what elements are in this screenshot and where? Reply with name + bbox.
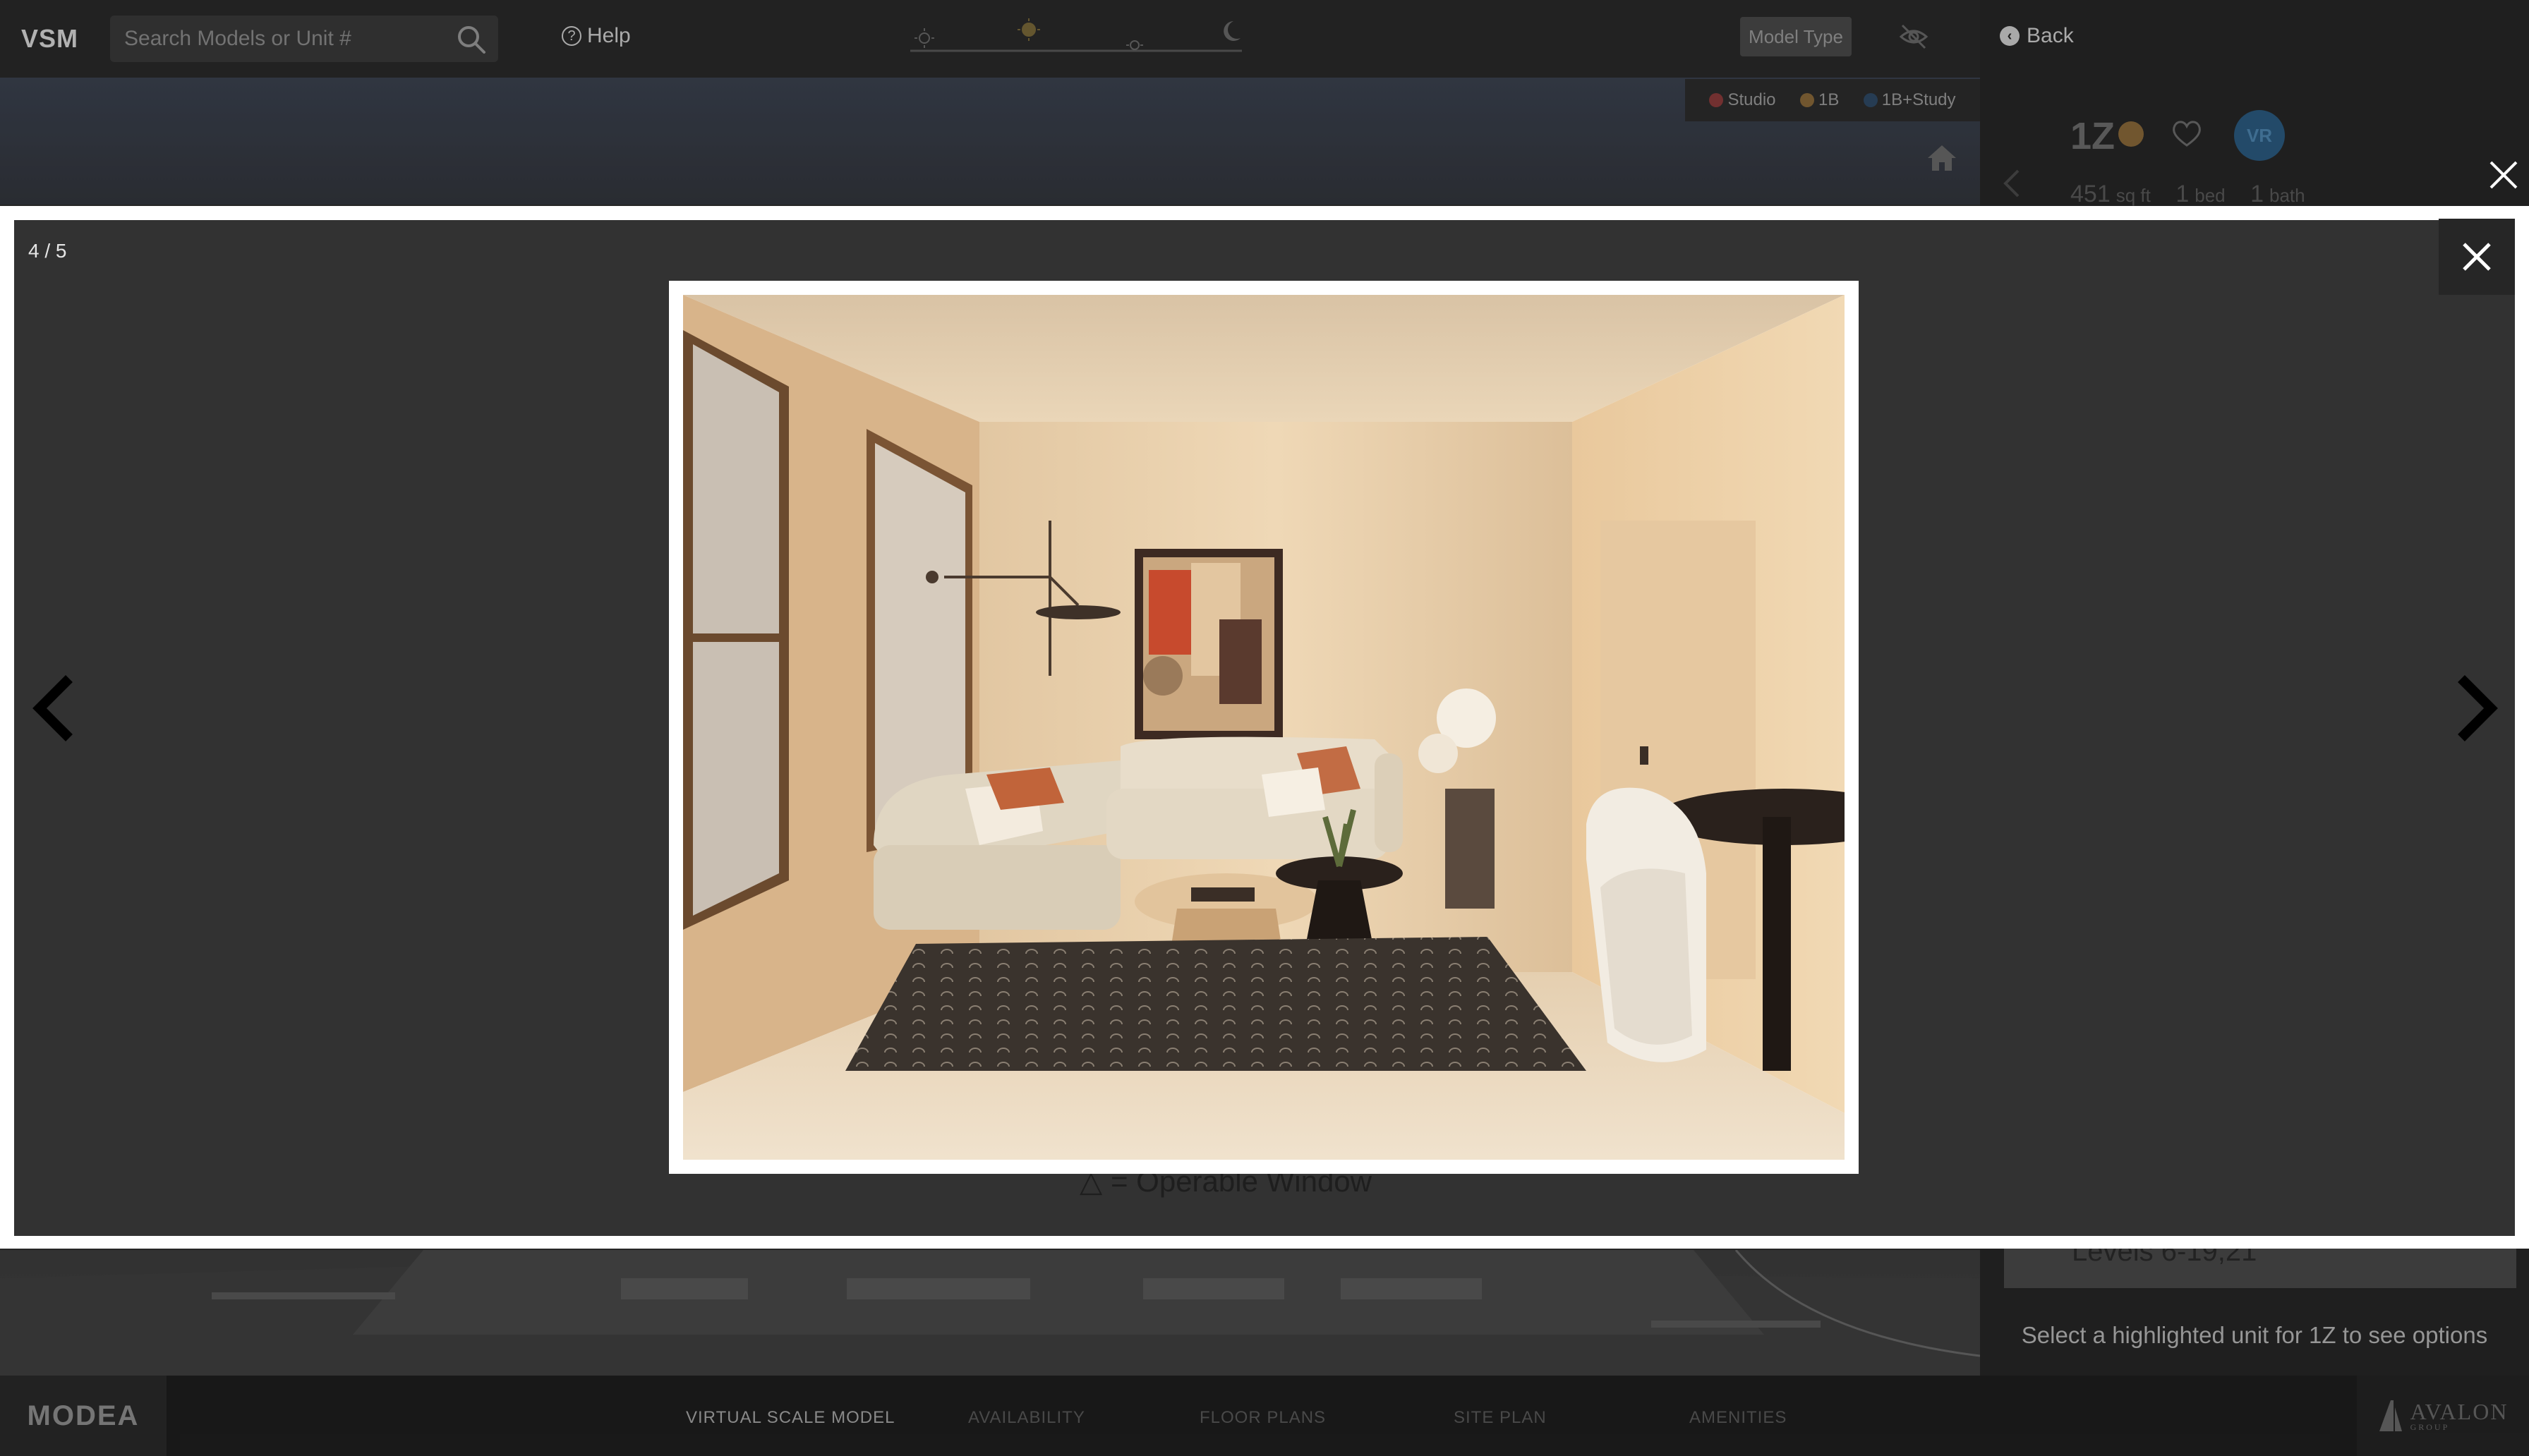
close-icon xyxy=(2463,243,2491,271)
chevron-left-icon[interactable] xyxy=(25,672,82,745)
image-counter: 4 / 5 xyxy=(28,240,67,262)
close-icon[interactable] xyxy=(2487,158,2521,192)
chevron-right-icon[interactable] xyxy=(2449,672,2505,745)
lightbox-close-button[interactable] xyxy=(2439,219,2515,295)
living-room-photo xyxy=(683,295,1845,1160)
